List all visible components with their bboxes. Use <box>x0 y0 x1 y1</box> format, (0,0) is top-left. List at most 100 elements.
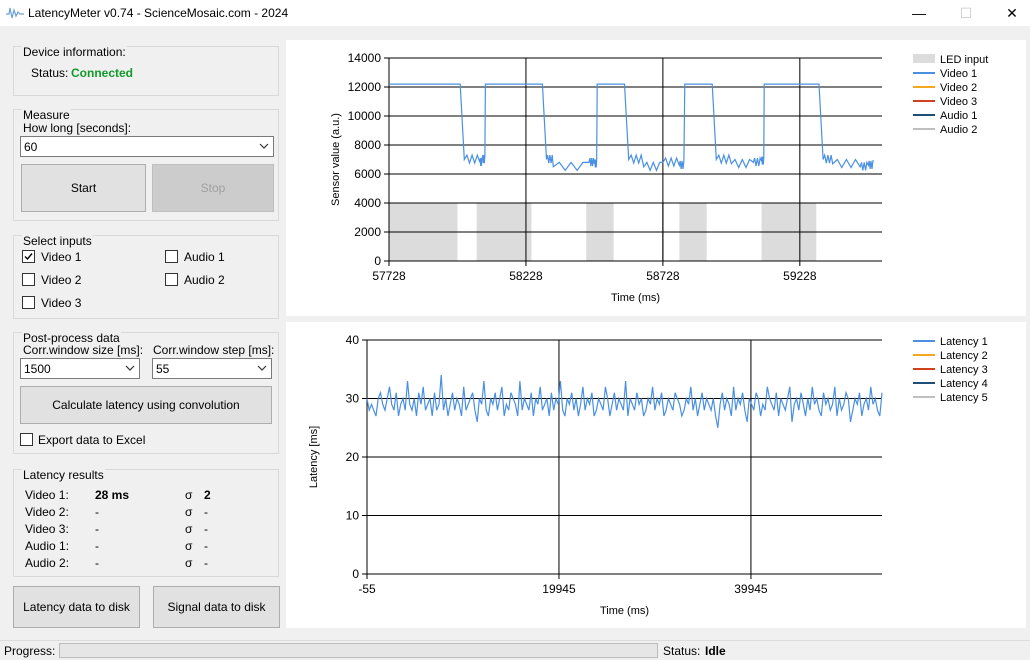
video3-label: Video 3 <box>41 296 82 310</box>
audio2-checkbox[interactable] <box>165 273 178 286</box>
result-value: - <box>95 539 99 553</box>
latency-to-disk-button[interactable]: Latency data to disk <box>13 586 140 628</box>
y-tick-label: 0 <box>374 254 381 268</box>
legend-label: LED input <box>940 54 988 66</box>
legend-label: Video 1 <box>940 68 977 80</box>
y-tick-label: 10000 <box>348 109 382 123</box>
result-sigma: 2 <box>204 488 211 502</box>
close-button[interactable]: ✕ <box>989 0 1030 26</box>
latency-results-group: Latency results Video 1: 28 ms σ 2 Video… <box>13 468 279 577</box>
chevron-down-icon <box>125 365 135 371</box>
y-tick-label: 0 <box>352 567 359 581</box>
result-value: - <box>95 556 99 570</box>
video2-checkbox[interactable] <box>22 273 35 286</box>
x-tick-label: 59228 <box>783 269 817 283</box>
series-line-latency-1 <box>366 375 883 428</box>
legend-label: Video 3 <box>940 96 977 108</box>
y-axis-label: Latency [ms] <box>308 426 320 488</box>
calculate-latency-button[interactable]: Calculate latency using convolution <box>20 386 272 424</box>
result-value: - <box>95 522 99 536</box>
corr-window-step-combobox[interactable]: 55 <box>152 358 272 379</box>
y-tick-label: 30 <box>346 392 360 406</box>
x-axis-label: Time (ms) <box>600 605 649 617</box>
corr-window-size-label: Corr.window size [ms]: <box>23 343 144 357</box>
result-name: Audio 2: <box>25 556 70 570</box>
result-sigma: - <box>204 522 208 536</box>
x-tick-label: 19945 <box>542 582 576 596</box>
latency-chart-panel: 0 10 20 30 40 -55 19945 39945 Time (ms) Latency [… <box>286 322 1026 628</box>
sigma-symbol: σ <box>185 539 193 553</box>
checkmark-icon <box>24 253 33 261</box>
select-inputs-title: Select inputs <box>22 234 93 248</box>
window-title: LatencyMeter v0.74 - ScienceMosaic.com -… <box>28 6 289 20</box>
legend-label: Latency 5 <box>940 392 988 404</box>
result-value: 28 ms <box>95 488 130 502</box>
sigma-symbol: σ <box>185 522 193 536</box>
x-tick-label: -55 <box>358 582 376 596</box>
result-name: Video 3: <box>25 522 69 536</box>
how-long-combobox[interactable]: 60 <box>20 136 274 157</box>
x-tick-label: 39945 <box>734 582 768 596</box>
result-value: - <box>95 505 99 519</box>
measure-title: Measure <box>22 108 71 122</box>
result-sigma: - <box>204 556 208 570</box>
device-status-value: Connected <box>71 66 134 80</box>
waveform-icon <box>6 7 24 19</box>
chevron-down-icon <box>259 143 269 149</box>
legend-label: Audio 2 <box>940 124 977 136</box>
x-axis-label: Time (ms) <box>611 292 660 304</box>
stop-button[interactable]: Stop <box>152 164 274 212</box>
legend-label: Latency 2 <box>940 350 988 362</box>
how-long-value: 60 <box>24 140 38 154</box>
postprocess-group: Post-process data Corr.window size [ms]:… <box>13 331 279 454</box>
x-tick-label: 58228 <box>509 269 543 283</box>
signal-to-disk-button[interactable]: Signal data to disk <box>153 586 280 628</box>
audio1-checkbox[interactable] <box>165 250 178 263</box>
signal-chart-panel: 0 2000 4000 6000 8000 10000 12000 14000 57728 582… <box>286 40 1026 316</box>
maximize-button[interactable]: ☐ <box>943 0 989 26</box>
audio1-label: Audio 1 <box>184 250 225 264</box>
video3-checkbox[interactable] <box>22 296 35 309</box>
export-excel-label: Export data to Excel <box>38 433 146 447</box>
y-tick-label: 8000 <box>354 138 381 152</box>
y-tick-label: 12000 <box>348 80 382 94</box>
sigma-symbol: σ <box>185 556 193 570</box>
series-line-video-1 <box>389 83 874 173</box>
y-tick-label: 2000 <box>354 225 381 239</box>
signal-chart: 0 2000 4000 6000 8000 10000 12000 14000 57728 582… <box>330 51 988 304</box>
x-tick-label: 58728 <box>646 269 680 283</box>
result-sigma: - <box>204 505 208 519</box>
export-excel-checkbox[interactable] <box>20 433 33 446</box>
status-value: Idle <box>705 644 726 658</box>
legend-label: Latency 1 <box>940 336 988 348</box>
device-status-label: Status: <box>31 66 69 80</box>
progress-label: Progress: <box>4 644 56 658</box>
chevron-down-icon <box>257 365 267 371</box>
corr-window-size-value: 1500 <box>24 362 51 376</box>
progress-bar <box>59 643 658 658</box>
latency-results-title: Latency results <box>22 468 105 482</box>
minimize-button[interactable]: — <box>896 0 942 26</box>
start-button[interactable]: Start <box>21 164 146 212</box>
y-tick-label: 40 <box>346 333 360 347</box>
video2-label: Video 2 <box>41 273 82 287</box>
title-bar: LatencyMeter v0.74 - ScienceMosaic.com -… <box>0 0 1030 26</box>
select-inputs-group: Select inputs Video 1 Video 2 Video 3 Au… <box>13 234 279 319</box>
y-tick-label: 4000 <box>354 196 381 210</box>
corr-window-size-combobox[interactable]: 1500 <box>20 358 140 379</box>
y-tick-label: 14000 <box>348 51 382 65</box>
legend-label: Video 2 <box>940 82 977 94</box>
corr-window-step-value: 55 <box>156 362 170 376</box>
result-name: Audio 1: <box>25 539 70 553</box>
x-tick-label: 57728 <box>372 269 406 283</box>
legend-label: Latency 3 <box>940 364 988 376</box>
sigma-symbol: σ <box>185 505 193 519</box>
corr-window-step-label: Corr.window step [ms]: <box>153 343 275 357</box>
legend-label: Audio 1 <box>940 110 977 122</box>
result-sigma: - <box>204 539 208 553</box>
video1-checkbox[interactable] <box>22 250 35 263</box>
audio2-label: Audio 2 <box>184 273 225 287</box>
result-name: Video 1: <box>25 488 69 502</box>
how-long-label: How long [seconds]: <box>23 121 132 135</box>
sigma-symbol: σ <box>185 488 193 502</box>
